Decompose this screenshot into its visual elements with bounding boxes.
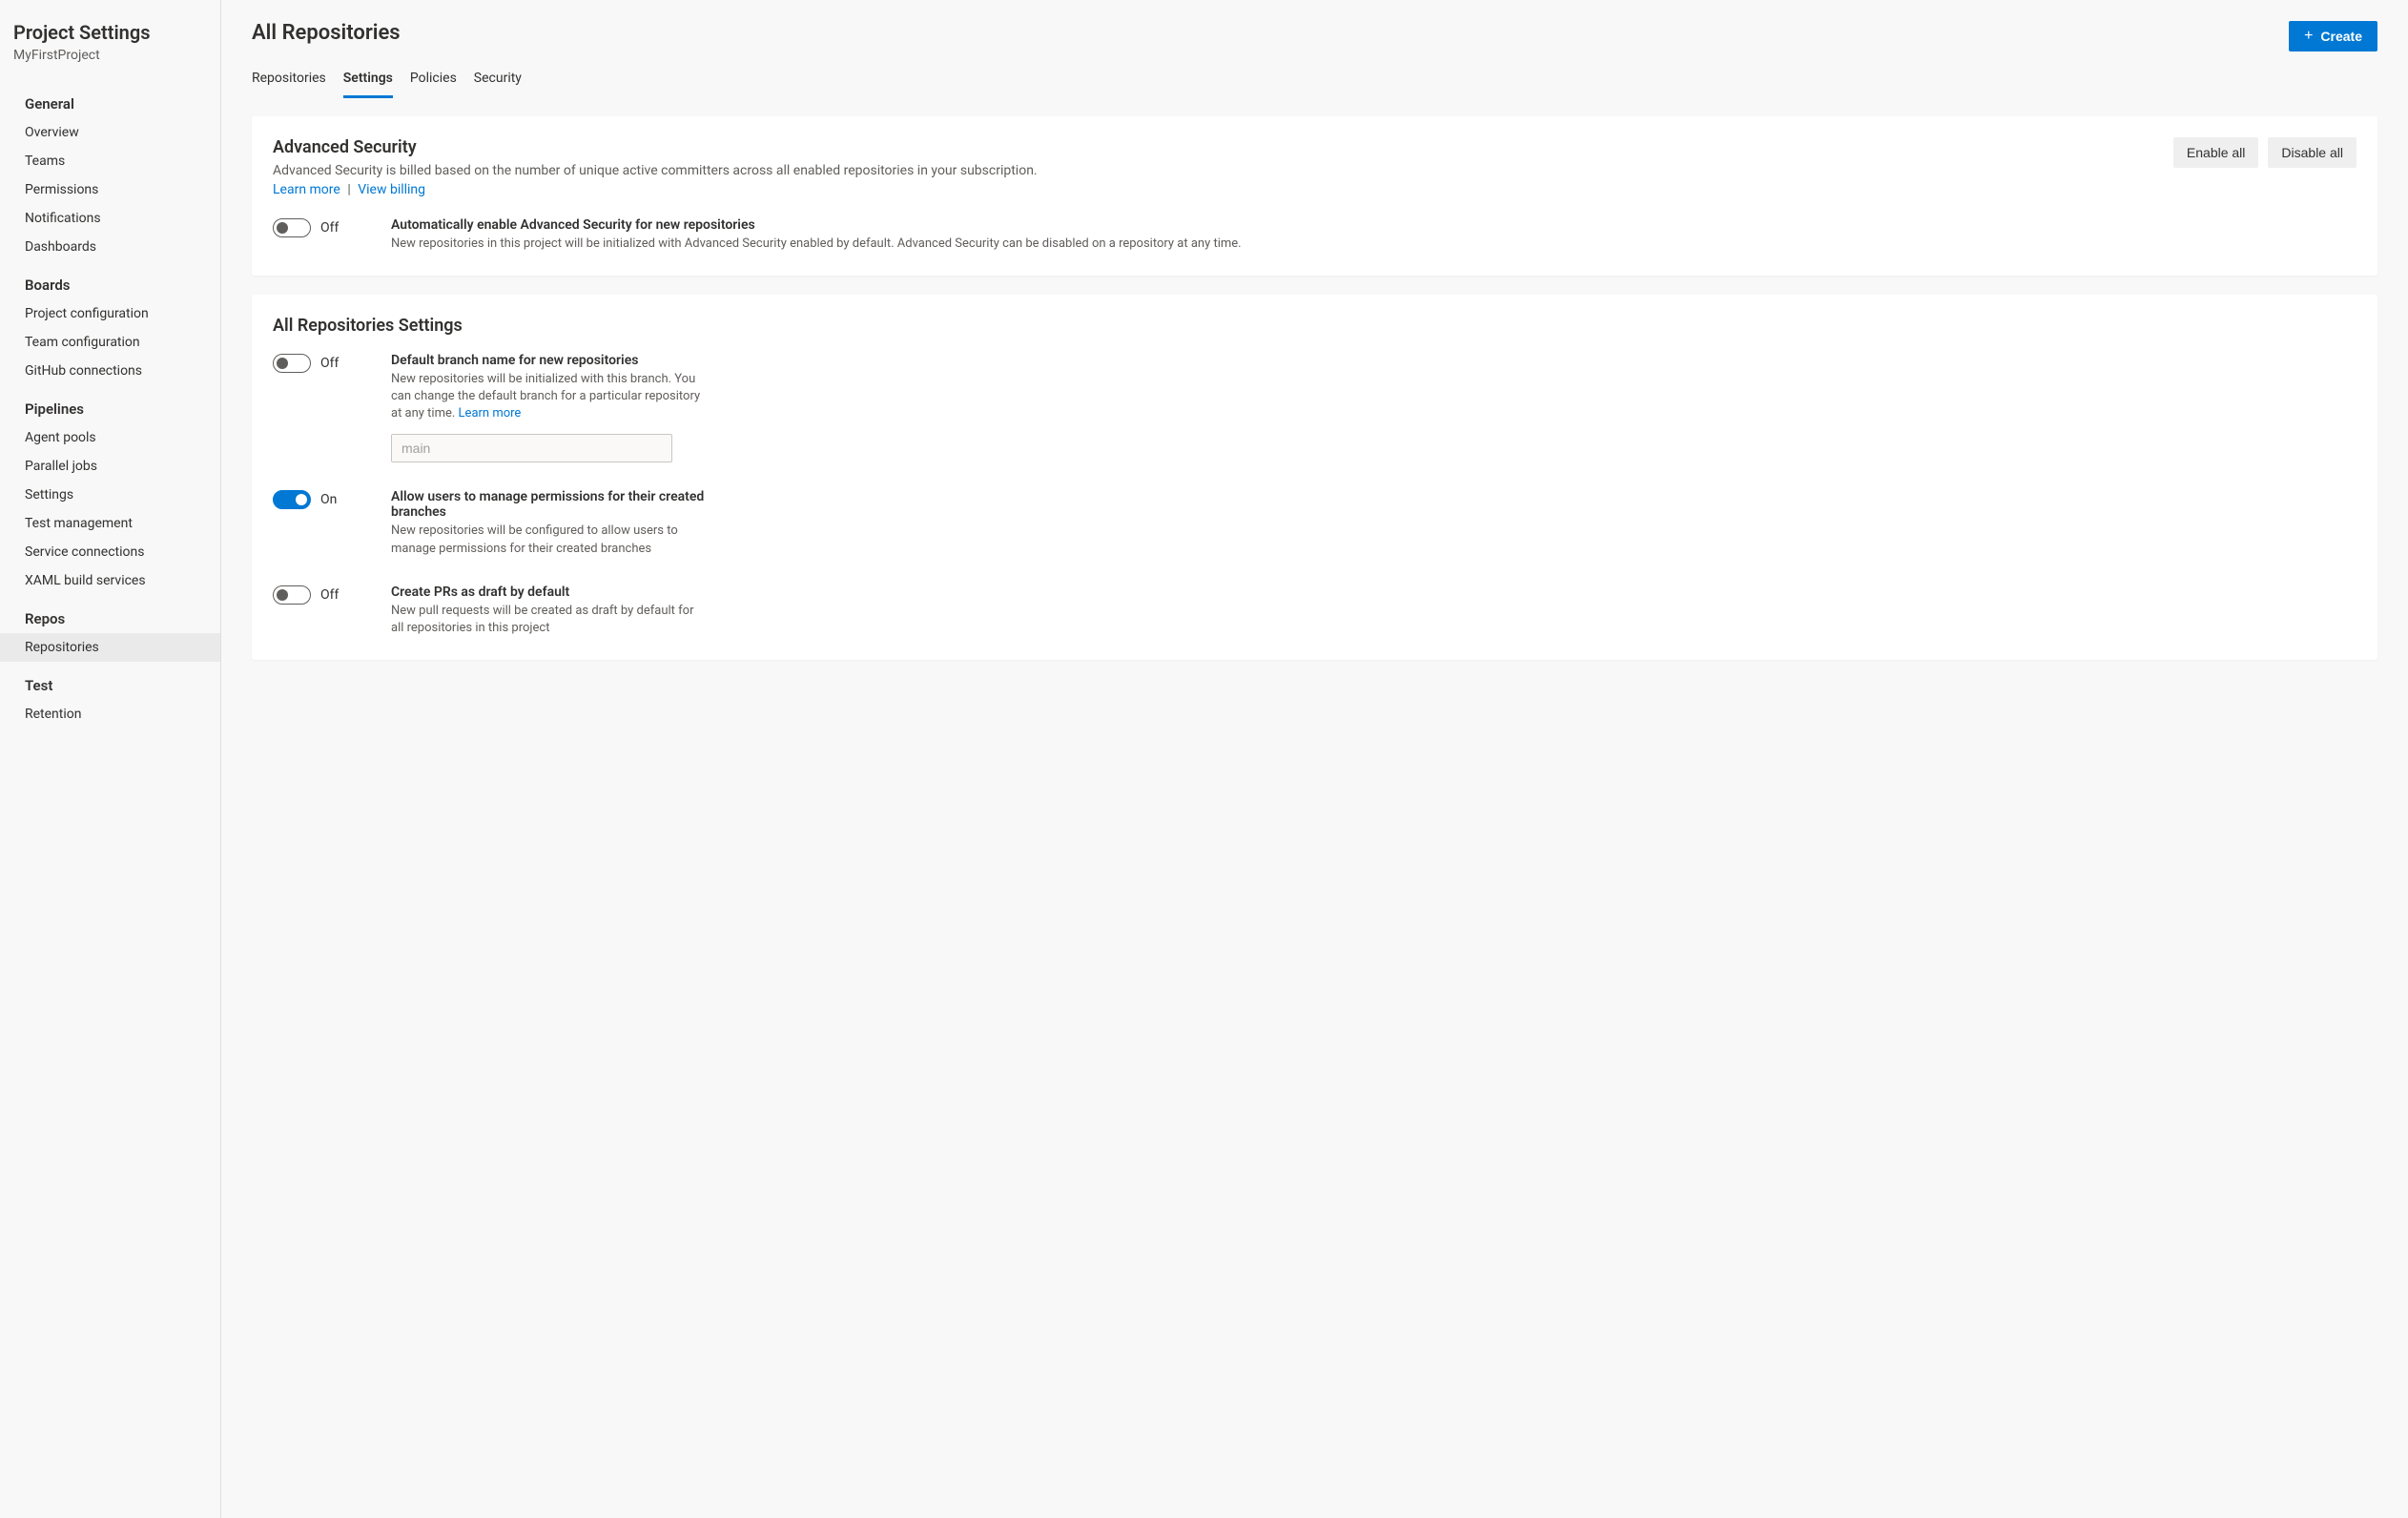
nav-item[interactable]: XAML build services [0,566,220,595]
advanced-security-title: Advanced Security [273,137,1038,157]
advanced-security-desc: Advanced Security is billed based on the… [273,161,1038,200]
view-billing-link[interactable]: View billing [358,182,425,197]
default-branch-toggle-label: Off [320,356,339,371]
nav-item[interactable]: Parallel jobs [0,452,220,481]
default-branch-input[interactable] [391,434,672,462]
default-branch-learn-more-link[interactable]: Learn more [459,406,522,421]
manage-permissions-title: Allow users to manage permissions for th… [391,489,706,520]
tabs: Repositories Settings Policies Security [252,63,2377,99]
manage-permissions-toggle-label: On [320,492,337,507]
manage-permissions-toggle-wrap: On [273,489,378,509]
default-branch-title: Default branch name for new repositories [391,353,706,368]
main-content: All Repositories + Create Repositories Se… [221,0,2408,1518]
create-button-label: Create [2320,29,2362,44]
auto-enable-body: Automatically enable Advanced Security f… [391,217,2357,253]
auto-enable-toggle[interactable] [273,218,311,237]
draft-prs-toggle[interactable] [273,585,311,605]
app-root: Project Settings MyFirstProject GeneralO… [0,0,2408,1518]
auto-enable-toggle-label: Off [320,220,339,236]
nav-group-title: Pipelines [0,385,220,423]
disable-all-button[interactable]: Disable all [2268,137,2357,168]
draft-prs-desc: New pull requests will be created as dra… [391,603,706,637]
nav-item[interactable]: Agent pools [0,423,220,452]
sidebar-nav: GeneralOverviewTeamsPermissionsNotificat… [0,80,220,728]
enable-all-button[interactable]: Enable all [2173,137,2259,168]
tab[interactable]: Settings [343,63,393,98]
sidebar-title: Project Settings [13,21,207,44]
nav-item[interactable]: Project configuration [0,299,220,328]
nav-item[interactable]: Service connections [0,538,220,566]
draft-prs-toggle-label: Off [320,587,339,603]
card-actions: Enable all Disable all [2173,137,2357,168]
default-branch-toggle-wrap: Off [273,353,378,373]
card-header-text: Advanced Security Advanced Security is b… [273,137,1038,200]
draft-prs-row: Off Create PRs as draft by default New p… [273,585,2357,637]
nav-item[interactable]: GitHub connections [0,357,220,385]
default-branch-toggle[interactable] [273,354,311,373]
nav-item[interactable]: Notifications [0,204,220,233]
sidebar: Project Settings MyFirstProject GeneralO… [0,0,221,1518]
tab[interactable]: Security [474,63,522,98]
nav-group-title: General [0,80,220,118]
draft-prs-toggle-wrap: Off [273,585,378,605]
default-branch-desc: New repositories will be initialized wit… [391,371,706,423]
manage-permissions-row: On Allow users to manage permissions for… [273,489,2357,557]
manage-permissions-toggle[interactable] [273,490,311,509]
nav-group-title: Boards [0,261,220,299]
nav-group-title: Repos [0,595,220,633]
learn-more-link[interactable]: Learn more [273,182,340,197]
auto-enable-toggle-wrap: Off [273,217,378,237]
nav-item[interactable]: Permissions [0,175,220,204]
nav-item[interactable]: Settings [0,481,220,509]
auto-enable-row: Off Automatically enable Advanced Securi… [273,217,2357,253]
repos-settings-card: All Repositories Settings Off Default br… [252,295,2377,660]
nav-item[interactable]: Retention [0,700,220,728]
tab[interactable]: Repositories [252,63,326,98]
nav-item[interactable]: Dashboards [0,233,220,261]
auto-enable-desc: New repositories in this project will be… [391,236,2357,253]
card-header-row: Advanced Security Advanced Security is b… [273,137,2357,200]
nav-item[interactable]: Test management [0,509,220,538]
draft-prs-body: Create PRs as draft by default New pull … [391,585,706,637]
nav-group-title: Test [0,662,220,700]
nav-item[interactable]: Team configuration [0,328,220,357]
nav-item[interactable]: Repositories [0,633,220,662]
auto-enable-title: Automatically enable Advanced Security f… [391,217,2357,233]
page-title: All Repositories [252,21,401,45]
sidebar-header: Project Settings MyFirstProject [0,21,220,80]
manage-permissions-body: Allow users to manage permissions for th… [391,489,706,557]
draft-prs-title: Create PRs as draft by default [391,585,706,600]
create-button[interactable]: + Create [2289,21,2377,51]
nav-item[interactable]: Overview [0,118,220,147]
tab[interactable]: Policies [410,63,457,98]
manage-permissions-desc: New repositories will be configured to a… [391,523,706,557]
repos-settings-title: All Repositories Settings [273,316,2357,336]
default-branch-row: Off Default branch name for new reposito… [273,353,2357,463]
page-header: All Repositories + Create [252,21,2377,51]
nav-item[interactable]: Teams [0,147,220,175]
default-branch-body: Default branch name for new repositories… [391,353,706,463]
plus-icon: + [2304,29,2313,44]
advanced-security-card: Advanced Security Advanced Security is b… [252,116,2377,276]
sidebar-subtitle: MyFirstProject [13,48,207,63]
